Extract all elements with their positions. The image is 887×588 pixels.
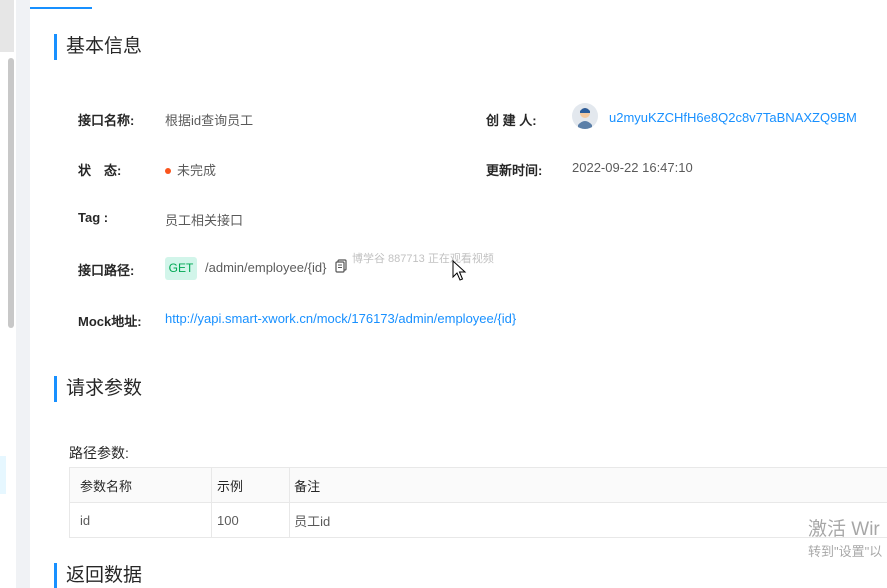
left-scroll-top xyxy=(0,0,14,52)
status-label: 状 态: xyxy=(78,163,122,178)
status-value: 未完成 xyxy=(165,160,216,179)
windows-activation-title: 激活 Wir xyxy=(808,519,880,540)
interface-path-label: 接口路径: xyxy=(78,263,135,278)
param-name-cell: id xyxy=(69,502,213,538)
status-dot-icon xyxy=(165,167,171,174)
param-remark-cell: 员工id xyxy=(289,502,887,538)
interface-path-value: /admin/employee/{id} xyxy=(205,260,327,275)
interface-name-value: 根据id查询员工 xyxy=(165,113,254,128)
path-params-label: 路径参数: xyxy=(69,445,129,461)
interface-name-label: 接口名称: xyxy=(78,113,135,128)
section-title-basic-info: 基本信息 xyxy=(54,34,142,60)
layout-gutter xyxy=(16,0,30,588)
left-selected-item-marker xyxy=(0,456,6,494)
status-text: 未完成 xyxy=(177,163,217,178)
updated-time-label: 更新时间: xyxy=(486,163,543,178)
http-method-badge: GET xyxy=(165,257,197,280)
creator-label: 创 建 人: xyxy=(486,113,537,128)
creator-link[interactable]: u2myuKZCHfH6e8Q2c8v7TaBNAXZQ9BM xyxy=(609,110,857,125)
tag-value: 员工相关接口 xyxy=(165,213,244,228)
table-row: id 100 员工id xyxy=(69,502,887,538)
mock-address-label: Mock地址: xyxy=(78,314,142,329)
active-tab-indicator xyxy=(30,0,92,9)
table-header-row: 参数名称 示例 备注 xyxy=(69,467,887,503)
left-scrollbar[interactable] xyxy=(8,58,14,328)
updated-time-value: 2022-09-22 16:47:10 xyxy=(572,160,693,175)
copy-icon[interactable] xyxy=(335,259,347,273)
param-example-cell: 100 xyxy=(211,502,291,538)
user-avatar-icon[interactable] xyxy=(572,103,598,129)
video-watermark: 博学谷 887713 正在观看视频 xyxy=(352,253,494,265)
section-title-request-params: 请求参数 xyxy=(54,376,142,402)
tag-label: Tag : xyxy=(78,210,109,225)
windows-activation-subtitle: 转到"设置"以 xyxy=(808,544,883,559)
column-header-param-name: 参数名称 xyxy=(69,467,213,503)
section-title-return-data: 返回数据 xyxy=(54,563,142,588)
path-params-table: 参数名称 示例 备注 id 100 员工id xyxy=(69,467,887,538)
column-header-remark: 备注 xyxy=(289,467,887,503)
mouse-pointer-icon xyxy=(452,259,468,282)
mock-address-link[interactable]: http://yapi.smart-xwork.cn/mock/176173/a… xyxy=(165,311,516,326)
column-header-example: 示例 xyxy=(211,467,291,503)
